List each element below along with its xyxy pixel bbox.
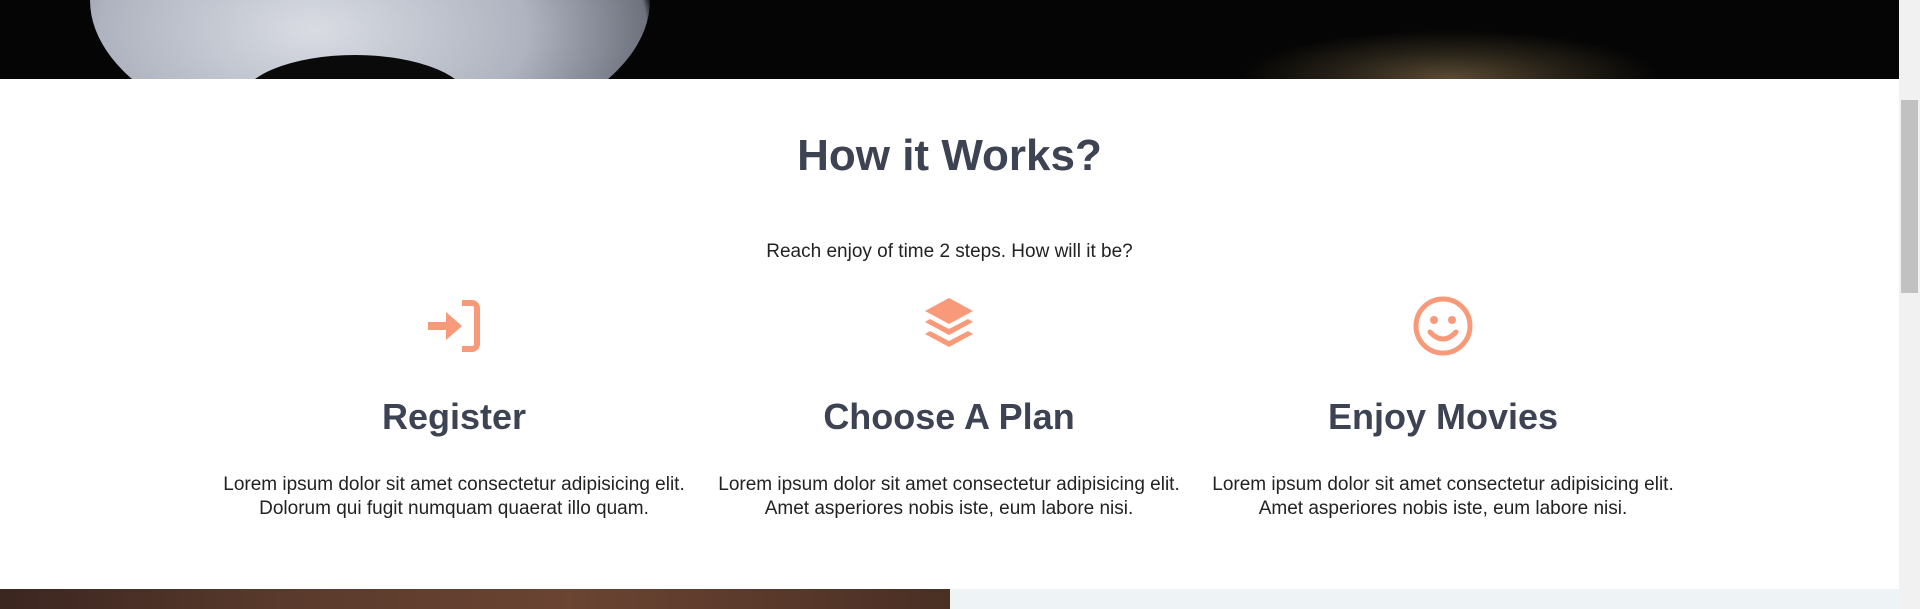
scrollbar-thumb[interactable] xyxy=(1901,100,1918,293)
step-description-line: Amet asperiores nobis iste, eum labore n… xyxy=(764,498,1134,519)
section-title: How it Works? xyxy=(797,131,1102,180)
step-title: Register xyxy=(381,396,527,437)
smile-icon xyxy=(1413,296,1473,356)
section-subtitle: Reach enjoy of time 2 steps. How will it… xyxy=(766,241,1133,262)
step-register: Register Lorem ipsum dolor sit amet cons… xyxy=(207,294,701,521)
how-it-works-section: How it Works? Reach enjoy of time 2 step… xyxy=(0,79,1899,589)
next-section-image xyxy=(0,589,950,609)
step-title: Enjoy Movies xyxy=(1327,396,1559,437)
vertical-scrollbar[interactable] xyxy=(1899,0,1920,609)
step-description-line: Lorem ipsum dolor sit amet consectetur a… xyxy=(1212,474,1674,495)
step-choose-plan: Choose A Plan Lorem ipsum dolor sit amet… xyxy=(702,294,1196,521)
film-reel-image xyxy=(90,0,650,79)
step-description: Lorem ipsum dolor sit amet consectetur a… xyxy=(1196,473,1690,521)
step-description: Lorem ipsum dolor sit amet consectetur a… xyxy=(207,473,701,521)
page: How it Works? Reach enjoy of time 2 step… xyxy=(0,0,1920,609)
step-description-line: Lorem ipsum dolor sit amet consectetur a… xyxy=(718,474,1180,495)
step-description-line: Dolorum qui fugit numquam quaerat illo q… xyxy=(259,498,649,519)
next-section-panel xyxy=(950,589,1899,609)
step-description: Lorem ipsum dolor sit amet consectetur a… xyxy=(702,473,1196,521)
hero-image xyxy=(0,0,1899,79)
sign-in-icon xyxy=(428,300,480,352)
layers-icon xyxy=(925,298,973,347)
step-description-line: Amet asperiores nobis iste, eum labore n… xyxy=(1258,498,1628,519)
step-description-line: Lorem ipsum dolor sit amet consectetur a… xyxy=(223,474,685,495)
step-enjoy-movies: Enjoy Movies Lorem ipsum dolor sit amet … xyxy=(1196,294,1690,521)
step-title: Choose A Plan xyxy=(823,396,1075,437)
